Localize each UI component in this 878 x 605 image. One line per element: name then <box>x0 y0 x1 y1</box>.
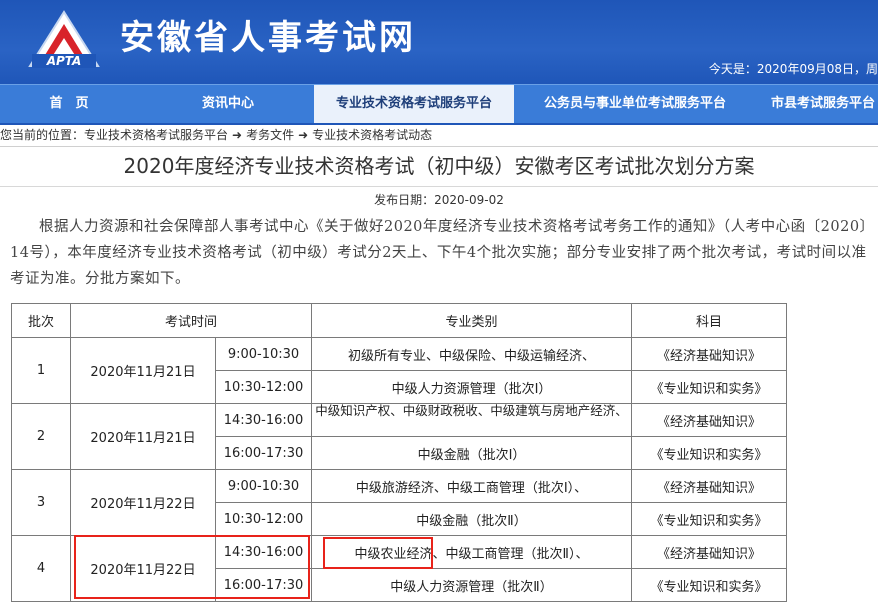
nav-professional-platform[interactable]: 专业技术资格考试服务平台 <box>314 85 514 123</box>
time-slot: 16:00-17:30 <box>215 436 312 470</box>
nav-home[interactable]: 首 页 <box>0 85 138 123</box>
apta-logo[interactable]: APTA <box>24 8 104 74</box>
major-line: 中级人力资源管理（批次Ⅰ） <box>311 370 632 404</box>
major-line: 中级金融（批次Ⅱ） <box>311 502 632 536</box>
exam-date: 2020年11月21日 <box>70 403 216 470</box>
time-slot: 10:30-12:00 <box>215 502 312 536</box>
time-slot: 10:30-12:00 <box>215 370 312 404</box>
batch-number: 2 <box>11 403 71 470</box>
batch-number: 4 <box>11 535 71 602</box>
breadcrumb-item[interactable]: 考务文件 <box>246 128 294 142</box>
logo-text: APTA <box>46 54 82 68</box>
header-major: 专业类别 <box>311 303 632 338</box>
exam-date: 2020年11月21日 <box>70 337 216 404</box>
article-paragraph: 根据人力资源和社会保障部人事考试中心《关于做好2020年度经济专业技术资格考试考… <box>10 219 868 287</box>
major-line: 中级金融（批次Ⅰ） <box>311 436 632 470</box>
subject: 《专业知识和实务》 <box>631 568 787 602</box>
header-batch: 批次 <box>11 303 71 338</box>
breadcrumb-prefix: 您当前的位置： <box>0 128 85 142</box>
breadcrumb-arrow-icon: ➜ <box>298 128 309 142</box>
site-header: APTA 安徽省人事考试网 今天是：2020年09月08日，周 <box>0 0 878 84</box>
subject: 《经济基础知识》 <box>631 469 787 503</box>
nav-civil-service-platform[interactable]: 公务员与事业单位考试服务平台 <box>522 85 748 123</box>
exam-date: 2020年11月22日 <box>70 469 216 536</box>
main-nav: 首 页 资讯中心 专业技术资格考试服务平台 公务员与事业单位考试服务平台 市县考… <box>0 84 878 125</box>
subject: 《专业知识和实务》 <box>631 502 787 536</box>
subject: 《经济基础知识》 <box>631 403 787 437</box>
time-slot: 9:00-10:30 <box>215 469 312 503</box>
breadcrumb-item[interactable]: 专业技术资格考试服务平台 <box>84 128 228 142</box>
time-slot: 14:30-16:00 <box>215 403 312 437</box>
publish-date: 发布日期：2020-09-02 <box>374 193 504 207</box>
batch-number: 1 <box>11 337 71 404</box>
major-line: 中级知识产权、中级财政税收、中级建筑与房地产经济、 <box>311 403 632 437</box>
subject: 《专业知识和实务》 <box>631 370 787 404</box>
time-slot: 9:00-10:30 <box>215 337 312 371</box>
divider <box>0 146 878 147</box>
nav-county-platform[interactable]: 市县考试服务平台 <box>758 85 878 123</box>
subject: 《专业知识和实务》 <box>631 436 787 470</box>
major-line: 中级人力资源管理（批次Ⅱ） <box>311 568 632 602</box>
divider <box>0 186 878 187</box>
nav-news[interactable]: 资讯中心 <box>160 85 296 123</box>
breadcrumb-item[interactable]: 专业技术资格考试动态 <box>312 128 432 142</box>
breadcrumb-arrow-icon: ➜ <box>232 128 243 142</box>
article-title: 2020年度经济专业技术资格考试（初中级）安徽考区考试批次划分方案 <box>123 154 755 178</box>
current-date: 今天是：2020年09月08日，周 <box>708 62 878 76</box>
subject: 《经济基础知识》 <box>631 535 787 569</box>
subject: 《经济基础知识》 <box>631 337 787 371</box>
major-line: 中级旅游经济、中级工商管理（批次Ⅰ）、 <box>311 469 632 503</box>
site-title: 安徽省人事考试网 <box>120 18 416 58</box>
batch-number: 3 <box>11 469 71 536</box>
breadcrumb: 您当前的位置：专业技术资格考试服务平台 ➜ 考务文件 ➜ 专业技术资格考试动态 <box>0 124 432 146</box>
major-line: 初级所有专业、中级保险、中级运输经济、 <box>311 337 632 371</box>
highlight-box-date-time <box>74 535 310 599</box>
highlight-box-major <box>323 537 433 569</box>
header-time: 考试时间 <box>70 303 312 338</box>
header-subject: 科目 <box>631 303 787 338</box>
